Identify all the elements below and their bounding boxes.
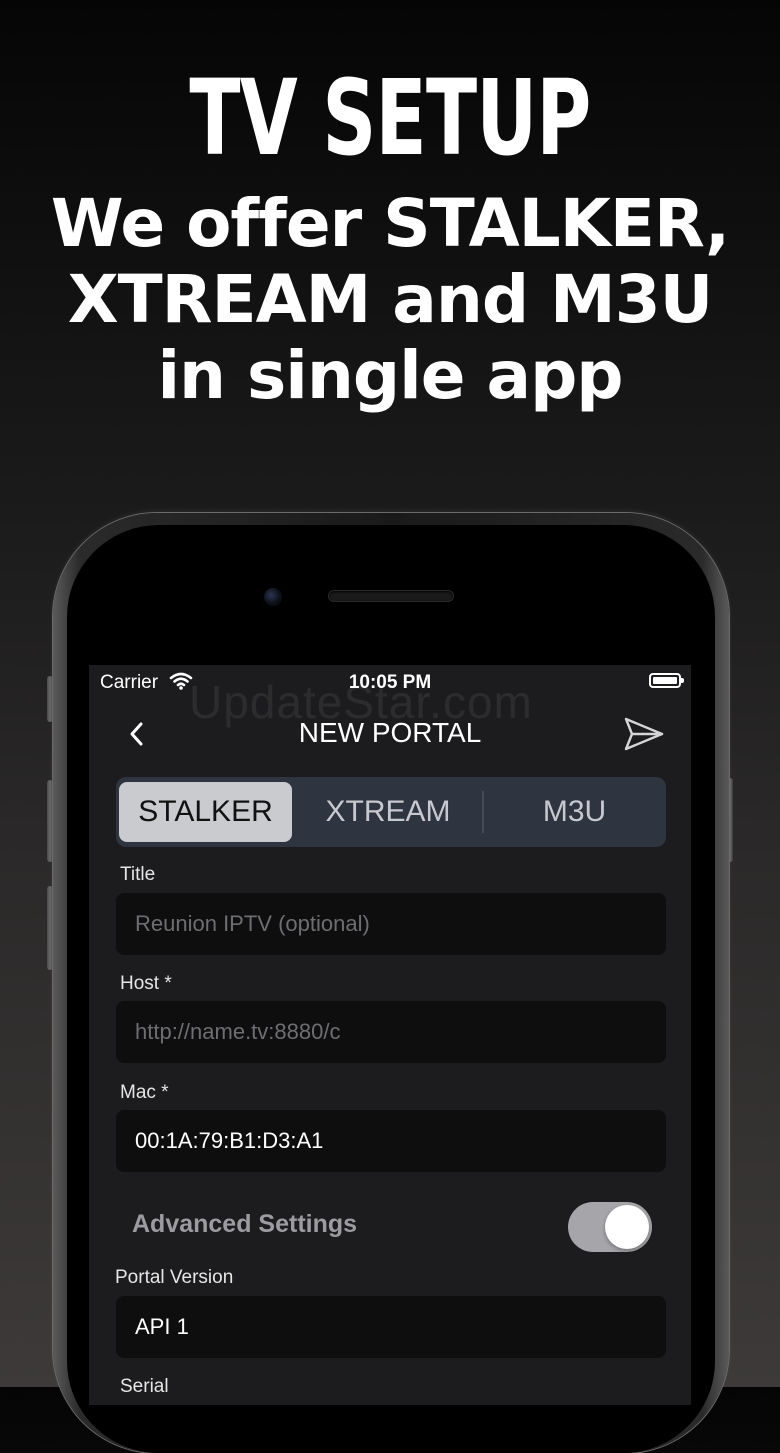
front-camera: [264, 588, 282, 606]
nav-bar: NEW PORTAL: [89, 709, 691, 759]
segment-divider: [482, 791, 484, 833]
nav-title: NEW PORTAL: [298, 717, 482, 748]
toggle-knob: [605, 1205, 649, 1249]
status-time: 10:05 PM: [348, 672, 432, 693]
advanced-settings-toggle[interactable]: [568, 1202, 652, 1252]
title-input[interactable]: [116, 893, 666, 955]
segment-xtream[interactable]: XTREAM: [298, 782, 478, 842]
portal-type-segmented-control: STALKER XTREAM M3U: [116, 777, 666, 847]
status-bar: Carrier 10:05 PM: [89, 665, 691, 701]
serial-label: Serial: [120, 1376, 169, 1397]
paper-plane-icon: [624, 717, 664, 751]
segment-m3u[interactable]: M3U: [486, 782, 663, 842]
phone-screen: UpdateStar.com Carrier 10:05 PM NEW PORT…: [89, 665, 691, 1405]
advanced-settings-label: Advanced Settings: [132, 1210, 358, 1238]
earpiece-speaker: [329, 591, 453, 601]
battery-icon: [649, 673, 684, 688]
host-label: Host *: [120, 973, 172, 994]
host-input[interactable]: [116, 1001, 666, 1063]
hero-title: TV SETUP: [189, 57, 591, 179]
mac-label: Mac *: [120, 1082, 169, 1103]
mac-input[interactable]: [116, 1110, 666, 1172]
hero-subtitle: We offer STALKER, XTREAM and M3U in sing…: [50, 185, 730, 414]
portal-version-input[interactable]: [116, 1296, 666, 1358]
segment-stalker[interactable]: STALKER: [119, 782, 292, 842]
portal-version-label: Portal Version: [115, 1267, 234, 1288]
send-button[interactable]: [623, 715, 665, 753]
title-label: Title: [120, 864, 156, 885]
